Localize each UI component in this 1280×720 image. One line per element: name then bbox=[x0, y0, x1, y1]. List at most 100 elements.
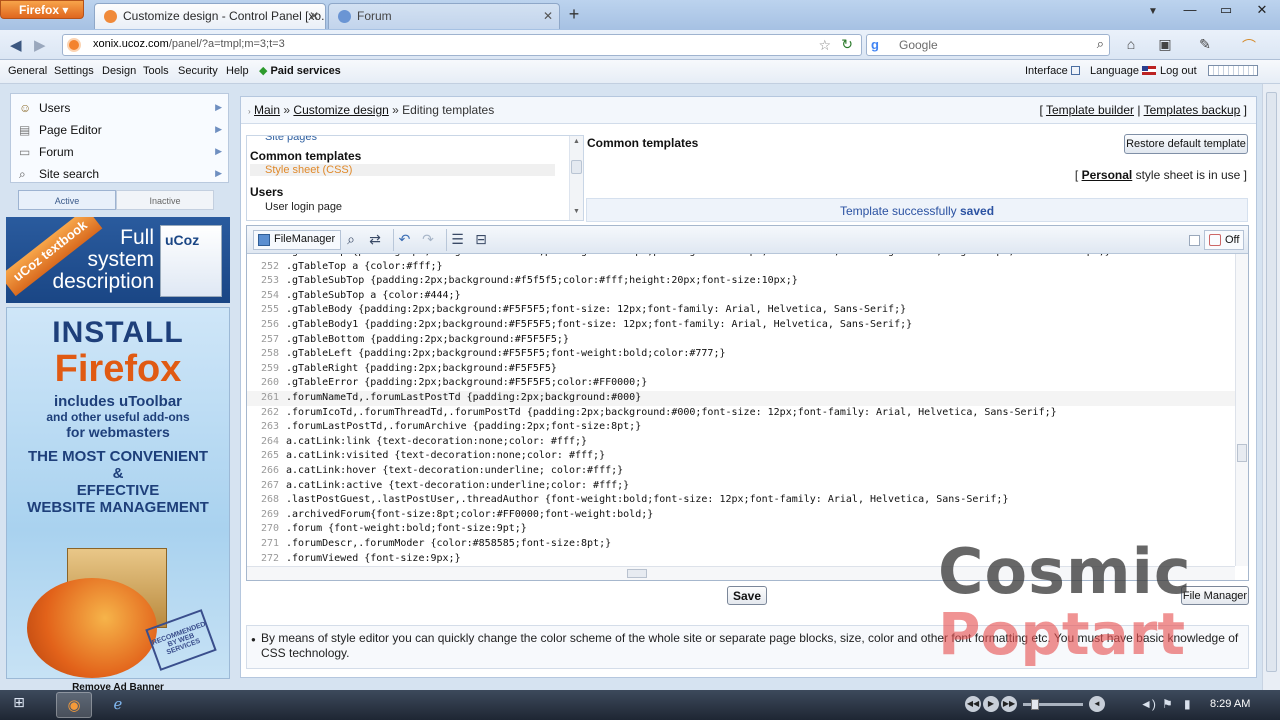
new-tab-button[interactable]: + bbox=[563, 4, 585, 26]
code-line[interactable]: 260 .gTableError {padding:2px;background:… bbox=[247, 376, 1235, 391]
templates-backup-link[interactable]: Templates backup bbox=[1144, 103, 1241, 117]
code-line[interactable]: 265 a.catLink:visited {text-decoration:no… bbox=[247, 449, 1235, 464]
start-button-icon[interactable]: ⊞ bbox=[8, 694, 30, 716]
code-line[interactable]: 263 .forumLastPostTd,.forumArchive {paddi… bbox=[247, 420, 1235, 435]
screenshot-icon[interactable]: ▣ bbox=[1154, 36, 1176, 54]
code-line[interactable]: 264 a.catLink:link {text-decoration:none;… bbox=[247, 435, 1235, 450]
address-bar[interactable]: xonix.ucoz.com/panel/?a=tmpl;m=3;t=3 ☆ ↻ bbox=[62, 34, 862, 56]
tab-forum[interactable]: Forum ✕ bbox=[328, 3, 560, 29]
list-item-selected[interactable]: Style sheet (CSS) bbox=[250, 164, 555, 176]
interface-toggle[interactable]: Interface bbox=[1025, 65, 1080, 77]
code-line[interactable]: 257 .gTableBottom {padding:2px;background… bbox=[247, 333, 1235, 348]
ad-banner-textbook[interactable]: uCoz textbook Full system description uC… bbox=[6, 217, 230, 303]
personal-link[interactable]: Personal bbox=[1082, 168, 1133, 182]
code-line[interactable]: 261 .forumNameTd,.forumLastPostTd {paddin… bbox=[247, 391, 1235, 406]
scroll-thumb[interactable] bbox=[571, 160, 582, 174]
code-line[interactable]: 252 .gTableTop a {color:#fff;} bbox=[247, 260, 1235, 275]
previous-icon[interactable]: ◀◀ bbox=[965, 696, 981, 712]
play-icon[interactable]: ▶ bbox=[983, 696, 999, 712]
replace-icon[interactable]: ⇄ bbox=[364, 229, 386, 251]
code-line[interactable]: 256 .gTableBody1 {padding:2px;background:… bbox=[247, 318, 1235, 333]
addon-icon[interactable]: ✎ bbox=[1194, 36, 1216, 54]
menu-help[interactable]: Help bbox=[226, 65, 249, 77]
paid-services-link[interactable]: ◆ Paid services bbox=[259, 64, 341, 77]
code-line[interactable]: 266 a.catLink:hover {text-decoration:unde… bbox=[247, 464, 1235, 479]
redo-icon[interactable]: ↷ bbox=[417, 229, 439, 251]
code-area[interactable]: 251.gTableTop {padding:2px;background:#f… bbox=[247, 254, 1235, 566]
flag-icon[interactable]: ⚑ bbox=[1162, 697, 1173, 711]
list-item[interactable]: User login page bbox=[265, 201, 342, 213]
tab-inactive[interactable]: Inactive bbox=[116, 190, 214, 210]
sidebar-item-forum[interactable]: ▭ Forum ▶ bbox=[11, 141, 228, 163]
tab-active[interactable]: Active bbox=[18, 190, 116, 210]
search-bar[interactable]: g Google ⌕ bbox=[866, 34, 1110, 56]
breadcrumb-customize-design[interactable]: Customize design bbox=[293, 103, 388, 117]
code-line[interactable]: 258 .gTableLeft {padding:2px;background:#… bbox=[247, 347, 1235, 362]
file-manager-toolbar-button[interactable]: FileManager bbox=[253, 230, 342, 250]
site-identity-icon[interactable] bbox=[67, 38, 81, 52]
menu-tools[interactable]: Tools bbox=[143, 65, 169, 77]
volume-knob[interactable] bbox=[1031, 699, 1039, 710]
list-item[interactable]: Site pages bbox=[265, 136, 317, 143]
window-close-icon[interactable]: ✕ bbox=[1244, 2, 1280, 18]
close-tab-icon[interactable]: ✕ bbox=[543, 9, 553, 23]
logout-link[interactable]: Log out bbox=[1160, 65, 1197, 77]
scroll-up-icon[interactable]: ▲ bbox=[573, 138, 580, 145]
menu-security[interactable]: Security bbox=[178, 65, 218, 77]
tab-customize-design[interactable]: Customize design - Control Panel [xo... … bbox=[94, 3, 326, 29]
template-builder-link[interactable]: Template builder bbox=[1046, 103, 1134, 117]
find-icon[interactable]: ⌕ bbox=[340, 229, 362, 251]
ad-banner-firefox[interactable]: INSTALL Firefox includes uToolbar and ot… bbox=[6, 307, 230, 679]
code-line[interactable]: 269 .archivedForum{font-size:8pt;color:#F… bbox=[247, 508, 1235, 523]
scroll-thumb[interactable] bbox=[1266, 92, 1277, 672]
firefox-menu-button[interactable]: Firefox ▾ bbox=[0, 0, 84, 19]
code-line[interactable]: 268 .lastPostGuest,.lastPostUser,.threadA… bbox=[247, 493, 1235, 508]
mute-icon[interactable]: ◄ bbox=[1089, 696, 1105, 712]
clock[interactable]: 8:29 AM bbox=[1210, 698, 1250, 710]
tab-list-icon[interactable]: ▼ bbox=[1148, 6, 1158, 17]
network-icon[interactable]: ▮ bbox=[1184, 697, 1191, 711]
code-line[interactable]: 255 .gTableBody {padding:2px;background:#… bbox=[247, 303, 1235, 318]
taskbar-ie-icon[interactable]: ℯ bbox=[100, 692, 136, 718]
rainbow-icon[interactable]: ⌒ bbox=[1238, 36, 1260, 54]
next-icon[interactable]: ▶▶ bbox=[1001, 696, 1017, 712]
code-line[interactable]: 259 .gTableRight {padding:2px;background:… bbox=[247, 362, 1235, 377]
scroll-thumb[interactable] bbox=[627, 569, 647, 578]
code-line[interactable]: 262 .forumIcoTd,.forumThreadTd,.forumPost… bbox=[247, 406, 1235, 421]
page-scrollbar[interactable] bbox=[1262, 84, 1280, 690]
code-line[interactable]: 253 .gTableSubTop {padding:2px;background… bbox=[247, 274, 1235, 289]
minimize-icon[interactable]: — bbox=[1172, 2, 1208, 17]
language-selector[interactable]: Language bbox=[1090, 65, 1156, 77]
breadcrumb-main[interactable]: Main bbox=[254, 103, 280, 117]
code-line[interactable]: 267 a.catLink:active {text-decoration:und… bbox=[247, 479, 1235, 494]
sidebar-item-site-search[interactable]: ⌕ Site search ▶ bbox=[11, 163, 228, 185]
code-line[interactable]: 254 .gTableSubTop a {color:#444;} bbox=[247, 289, 1235, 304]
forward-icon[interactable]: ▶ bbox=[34, 36, 46, 54]
sidebar-item-users[interactable]: ☺ Users ▶ bbox=[11, 97, 228, 119]
maximize-icon[interactable]: ▭ bbox=[1208, 2, 1244, 18]
sidebar-item-page-editor[interactable]: ▤ Page Editor ▶ bbox=[11, 119, 228, 141]
syntax-highlight-toggle[interactable]: Off bbox=[1204, 230, 1244, 250]
search-icon[interactable]: ⌕ bbox=[1097, 36, 1104, 52]
bookmark-star-icon[interactable]: ☆ bbox=[818, 37, 831, 54]
template-list[interactable]: Site pages Common templates Style sheet … bbox=[246, 135, 584, 221]
highlight-checkbox[interactable] bbox=[1189, 235, 1200, 246]
scroll-down-icon[interactable]: ▼ bbox=[573, 208, 580, 215]
save-button[interactable]: Save bbox=[727, 586, 767, 605]
line-numbers-icon[interactable]: ☰ bbox=[446, 229, 468, 251]
home-icon[interactable]: ⌂ bbox=[1120, 36, 1142, 54]
back-icon[interactable]: ◀ bbox=[10, 36, 22, 54]
undo-icon[interactable]: ↶ bbox=[393, 229, 415, 251]
template-list-scrollbar[interactable]: ▲ ▼ bbox=[569, 136, 583, 220]
taskbar-firefox-icon[interactable]: ◉ bbox=[56, 692, 92, 718]
menu-design[interactable]: Design bbox=[102, 65, 136, 77]
restore-default-template-button[interactable]: Restore default template bbox=[1124, 134, 1248, 154]
menu-settings[interactable]: Settings bbox=[54, 65, 94, 77]
close-tab-icon[interactable]: ✕ bbox=[309, 9, 319, 23]
panel-width-slider[interactable] bbox=[1208, 65, 1258, 76]
scroll-thumb[interactable] bbox=[1237, 444, 1247, 462]
google-icon[interactable]: g bbox=[871, 37, 879, 52]
volume-slider[interactable] bbox=[1023, 699, 1083, 710]
word-wrap-icon[interactable]: ⊟ bbox=[470, 229, 492, 251]
menu-general[interactable]: General bbox=[8, 65, 47, 77]
